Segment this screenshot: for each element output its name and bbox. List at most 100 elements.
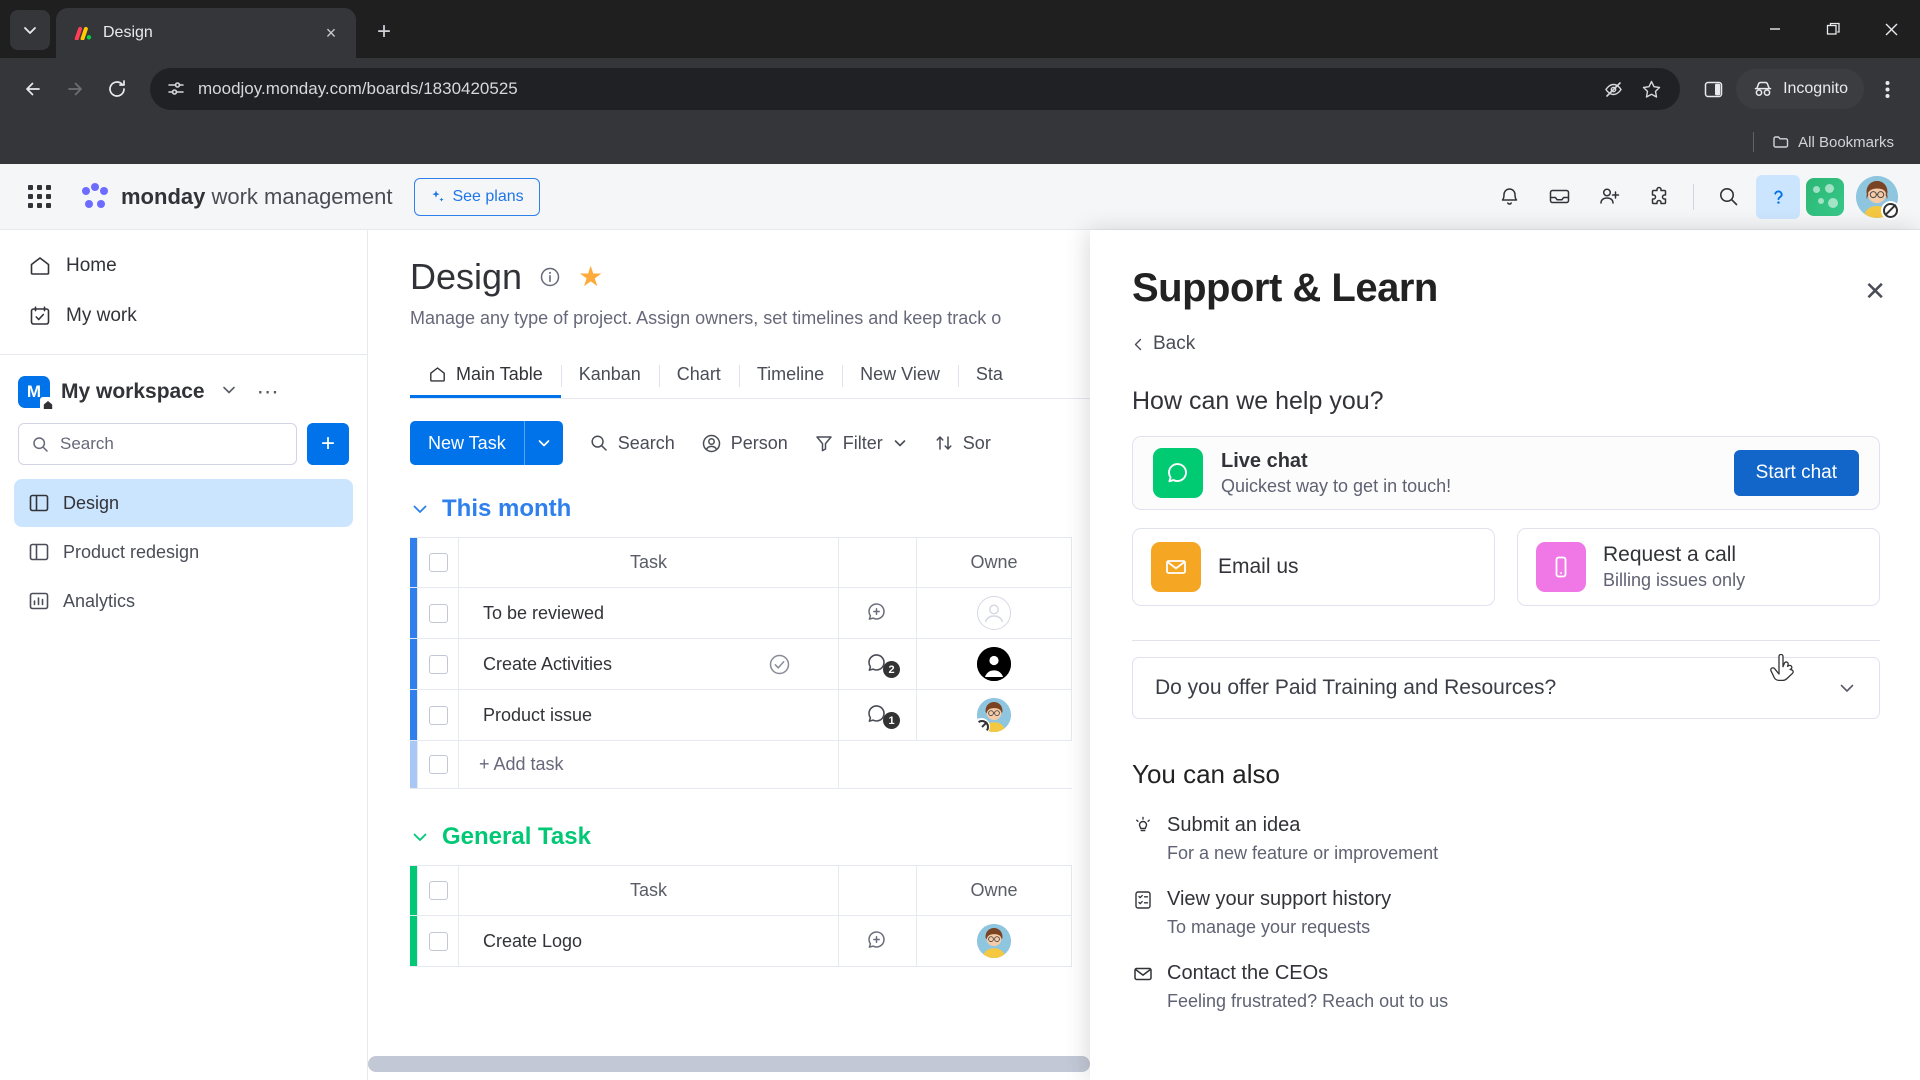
sidebar-item-design[interactable]: Design: [14, 479, 353, 527]
live-chat-card[interactable]: Live chat Quickest way to get in touch! …: [1132, 436, 1880, 510]
table-row[interactable]: Create Logo: [410, 916, 1072, 967]
task-name-cell[interactable]: To be reviewed: [459, 588, 839, 638]
workspace-more-icon[interactable]: ⋯: [253, 381, 284, 403]
start-chat-button[interactable]: Start chat: [1733, 450, 1859, 496]
select-all-checkbox[interactable]: [428, 553, 448, 572]
board-person-filter-button[interactable]: Person: [701, 433, 788, 454]
site-settings-icon[interactable]: [166, 79, 186, 99]
conversation-cell[interactable]: [839, 916, 917, 966]
search-input[interactable]: Search: [18, 423, 297, 465]
sidebar-item-product-redesign[interactable]: Product redesign: [14, 528, 353, 576]
chrome-menu-button[interactable]: [1868, 70, 1906, 108]
owner-cell[interactable]: [917, 690, 1072, 740]
tracking-protection-icon[interactable]: [1596, 72, 1630, 106]
tab-main-table[interactable]: Main Table: [410, 354, 561, 398]
email-us-card[interactable]: Email us: [1132, 528, 1495, 606]
sidebar-item-analytics[interactable]: Analytics: [14, 577, 353, 625]
row-checkbox[interactable]: [428, 705, 448, 725]
row-select-cell[interactable]: [417, 916, 459, 966]
column-header-owner[interactable]: Owne: [917, 538, 1072, 587]
add-task-row[interactable]: + Add task: [410, 741, 1072, 789]
incognito-indicator[interactable]: Incognito: [1736, 69, 1864, 109]
panel-back-link[interactable]: Back: [1132, 333, 1880, 355]
board-filter-button[interactable]: Filter: [814, 433, 908, 454]
add-board-button[interactable]: +: [307, 423, 349, 465]
tab-stats[interactable]: Sta: [957, 354, 1021, 398]
column-header-task[interactable]: Task: [459, 866, 839, 915]
add-task-label[interactable]: + Add task: [459, 741, 839, 788]
tab-timeline[interactable]: Timeline: [738, 354, 842, 398]
conversation-cell[interactable]: 1: [839, 690, 917, 740]
contact-ceos-item[interactable]: Contact the CEOs Feeling frustrated? Rea…: [1132, 962, 1880, 1012]
select-all-cell[interactable]: [417, 866, 459, 915]
row-select-cell[interactable]: [417, 639, 459, 689]
window-maximize-button[interactable]: [1804, 0, 1862, 58]
board-sort-button[interactable]: Sor: [934, 433, 991, 454]
tab-new-view[interactable]: New View: [842, 354, 958, 398]
board-info-icon[interactable]: [538, 265, 562, 289]
workspace-chevron-down-icon[interactable]: [216, 377, 242, 408]
column-header-owner[interactable]: Owne: [917, 866, 1072, 915]
row-checkbox[interactable]: [428, 931, 448, 951]
task-name-cell[interactable]: Product issue: [459, 690, 839, 740]
owner-cell[interactable]: [917, 588, 1072, 638]
conversation-cell[interactable]: [839, 588, 917, 638]
task-name-cell[interactable]: Create Activities: [459, 639, 839, 689]
new-task-chevron-down-icon[interactable]: [525, 421, 563, 465]
workspace-row[interactable]: M My workspace ⋯: [0, 361, 367, 423]
reload-button[interactable]: [98, 70, 136, 108]
tab-kanban[interactable]: Kanban: [560, 354, 659, 398]
sidebar-item-home[interactable]: Home: [14, 242, 353, 290]
new-task-button[interactable]: New Task: [410, 421, 563, 465]
select-all-cell[interactable]: [417, 538, 459, 587]
monday-apps-tile[interactable]: [1806, 177, 1844, 216]
task-name-cell[interactable]: Create Logo: [459, 916, 839, 966]
window-minimize-button[interactable]: [1746, 0, 1804, 58]
row-checkbox[interactable]: [428, 603, 448, 623]
window-close-button[interactable]: [1862, 0, 1920, 58]
group-collapse-chevron-icon[interactable]: [410, 499, 430, 519]
table-row[interactable]: Create Activities 2: [410, 639, 1072, 690]
help-question-icon[interactable]: [1756, 174, 1800, 219]
select-all-checkbox[interactable]: [428, 881, 448, 900]
bookmark-star-icon[interactable]: [1634, 72, 1668, 106]
all-bookmarks-button[interactable]: All Bookmarks: [1764, 128, 1902, 156]
favorite-star-icon[interactable]: ★: [578, 263, 603, 291]
row-select-cell[interactable]: [417, 741, 459, 788]
request-a-call-card[interactable]: Request a call Billing issues only: [1517, 528, 1880, 606]
forward-button[interactable]: [56, 70, 94, 108]
invite-member-icon[interactable]: [1587, 175, 1631, 219]
panel-close-button[interactable]: ✕: [1864, 278, 1886, 304]
table-row[interactable]: To be reviewed: [410, 588, 1072, 639]
new-tab-button[interactable]: +: [366, 14, 402, 50]
task-done-check-icon[interactable]: [767, 652, 792, 677]
search-icon[interactable]: [1706, 175, 1750, 219]
address-bar[interactable]: moodjoy.monday.com/boards/1830420525: [150, 68, 1681, 110]
submit-an-idea-item[interactable]: Submit an idea For a new feature or impr…: [1132, 814, 1880, 864]
board-search-button[interactable]: Search: [589, 433, 675, 454]
tab-chart[interactable]: Chart: [658, 354, 739, 398]
row-checkbox[interactable]: [428, 654, 448, 674]
table-row[interactable]: Product issue 1: [410, 690, 1072, 741]
see-plans-button[interactable]: See plans: [414, 177, 540, 216]
owner-cell[interactable]: [917, 916, 1072, 966]
notifications-bell-icon[interactable]: [1487, 175, 1531, 219]
tab-close-button[interactable]: ×: [318, 20, 344, 46]
row-select-cell[interactable]: [417, 690, 459, 740]
back-button[interactable]: [14, 70, 52, 108]
conversation-cell[interactable]: 2: [839, 639, 917, 689]
browser-tab[interactable]: Design ×: [56, 8, 356, 58]
faq-accordion-item[interactable]: Do you offer Paid Training and Resources…: [1132, 657, 1880, 719]
monday-logo[interactable]: monday work management: [80, 182, 392, 212]
group-collapse-chevron-icon[interactable]: [410, 827, 430, 847]
owner-cell[interactable]: [917, 639, 1072, 689]
chevron-down-icon[interactable]: [1837, 678, 1857, 698]
inbox-icon[interactable]: [1537, 175, 1581, 219]
apps-grid-icon[interactable]: [22, 180, 56, 214]
tab-search-button[interactable]: [10, 10, 50, 50]
side-panel-button[interactable]: [1694, 70, 1732, 108]
user-avatar[interactable]: [1856, 175, 1900, 220]
horizontal-scrollbar[interactable]: [368, 1056, 1090, 1072]
row-checkbox[interactable]: [428, 755, 448, 774]
row-select-cell[interactable]: [417, 588, 459, 638]
